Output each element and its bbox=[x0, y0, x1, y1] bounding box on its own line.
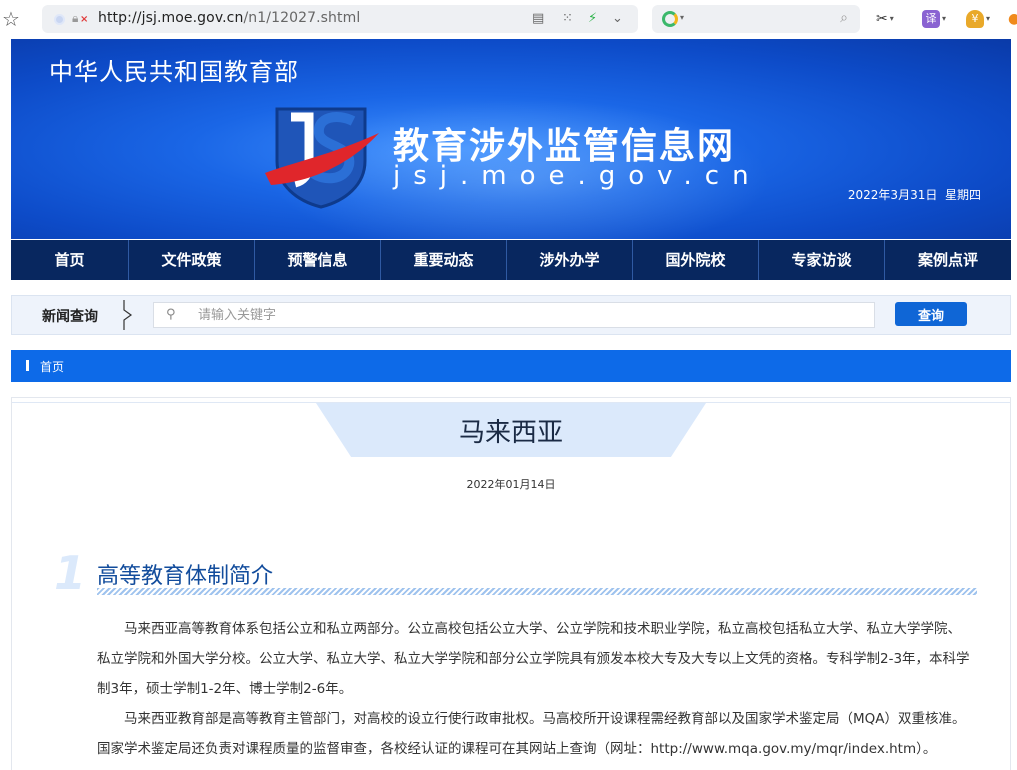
wallet-extension-button[interactable]: ¥ ▾ bbox=[966, 8, 990, 30]
nav-item-foreign-schooling[interactable]: 涉外办学 bbox=[507, 240, 633, 280]
bookmark-star-icon[interactable]: ☆ bbox=[0, 8, 22, 30]
grid-apps-icon[interactable]: ⁙ bbox=[562, 11, 573, 26]
breadcrumb: 首页 bbox=[11, 350, 1011, 382]
site-domain: jsj.moe.gov.cn bbox=[393, 161, 762, 191]
extension-flame-button[interactable]: ● bbox=[1008, 8, 1017, 30]
breadcrumb-marker bbox=[26, 360, 29, 371]
search-icon: ⚲ bbox=[166, 307, 176, 322]
chevron-down-icon: ▾ bbox=[889, 14, 894, 23]
search-label: 新闻查询 bbox=[42, 309, 98, 325]
divider bbox=[12, 402, 1010, 403]
news-search-bar: 新闻查询 ⚲ 查询 bbox=[11, 295, 1011, 335]
nav-item-home[interactable]: 首页 bbox=[11, 240, 129, 280]
speed-bolt-icon[interactable]: ⚡︎ bbox=[588, 11, 597, 26]
main-nav: 首页 文件政策 预警信息 重要动态 涉外办学 国外院校 专家访谈 案例点评 bbox=[11, 240, 1011, 280]
weekday-text: 星期四 bbox=[944, 188, 981, 202]
ministry-name: 中华人民共和国教育部 bbox=[49, 58, 299, 86]
nav-item-news[interactable]: 重要动态 bbox=[381, 240, 507, 280]
search-engine-logo-icon[interactable] bbox=[662, 11, 678, 27]
search-field: ⚲ bbox=[153, 302, 875, 328]
chevron-down-icon: ▾ bbox=[986, 14, 991, 23]
flame-icon: ● bbox=[1008, 11, 1017, 27]
site-banner: 中华人民共和国教育部 教育涉外监管信息网 jsj.moe.gov.cn 2022… bbox=[11, 39, 1011, 239]
screenshot-tool-button[interactable]: ✂ ▾ bbox=[876, 8, 894, 30]
nav-item-foreign-institutions[interactable]: 国外院校 bbox=[633, 240, 759, 280]
engine-caret-icon[interactable]: ▾ bbox=[680, 13, 684, 22]
site-logo-icon bbox=[265, 107, 379, 209]
chevron-right-icon bbox=[123, 300, 133, 330]
section-number: 1 bbox=[54, 546, 87, 600]
search-input[interactable] bbox=[198, 303, 868, 327]
breadcrumb-home-link[interactable]: 首页 bbox=[40, 358, 64, 375]
search-button[interactable]: 查询 bbox=[895, 302, 967, 326]
date-text: 2022年3月31日 bbox=[847, 188, 938, 202]
nav-item-policy[interactable]: 文件政策 bbox=[129, 240, 255, 280]
section-divider bbox=[97, 588, 977, 595]
url-text[interactable]: http://jsj.moe.gov.cn/n1/12027.shtml bbox=[98, 10, 360, 26]
site-status-icon[interactable] bbox=[54, 14, 65, 25]
chevron-down-icon: ▾ bbox=[942, 14, 947, 23]
article-panel: 马来西亚 2022年01月14日 1 高等教育体制简介 马来西亚高等教育体系包括… bbox=[11, 397, 1011, 770]
scissors-icon: ✂ bbox=[876, 11, 888, 27]
section-title: 高等教育体制简介 bbox=[97, 564, 274, 589]
nav-item-expert-interviews[interactable]: 专家访谈 bbox=[759, 240, 885, 280]
nav-item-case-reviews[interactable]: 案例点评 bbox=[885, 240, 1011, 280]
search-icon[interactable]: ⌕ bbox=[840, 10, 848, 26]
browser-search-box[interactable]: ▾ ⌕ bbox=[652, 5, 860, 33]
url-host: http://jsj.moe.gov.cn bbox=[98, 10, 244, 26]
insecure-lock-icon[interactable]: 🔒︎ bbox=[72, 11, 78, 26]
publish-date: 2022年01月14日 bbox=[466, 478, 556, 491]
chevron-down-icon[interactable]: ⌄ bbox=[612, 11, 623, 26]
nav-item-warnings[interactable]: 预警信息 bbox=[255, 240, 381, 280]
translate-button[interactable]: 译 ▾ bbox=[922, 8, 946, 30]
reader-mode-icon[interactable]: ▤ bbox=[532, 11, 544, 26]
current-date: 2022年3月31日 星期四 bbox=[848, 186, 981, 203]
article-paragraph: 马来西亚高等教育体系包括公立和私立两部分。公立高校包括公立大学、公立学院和技术职… bbox=[97, 621, 970, 697]
translate-icon: 译 bbox=[922, 10, 940, 28]
url-path: /n1/12027.shtml bbox=[243, 10, 361, 26]
insecure-x-icon: × bbox=[80, 14, 89, 25]
article-paragraph: 马来西亚教育部是高等教育主管部门，对高校的设立行使行政审批权。马高校所开设课程需… bbox=[97, 711, 966, 757]
page-title: 马来西亚 bbox=[458, 418, 563, 448]
browser-toolbar: ☆ 🔒︎ × http://jsj.moe.gov.cn/n1/12027.sh… bbox=[0, 0, 1017, 38]
shield-icon: ¥ bbox=[966, 10, 984, 28]
address-bar[interactable]: 🔒︎ × http://jsj.moe.gov.cn/n1/12027.shtm… bbox=[42, 5, 638, 33]
